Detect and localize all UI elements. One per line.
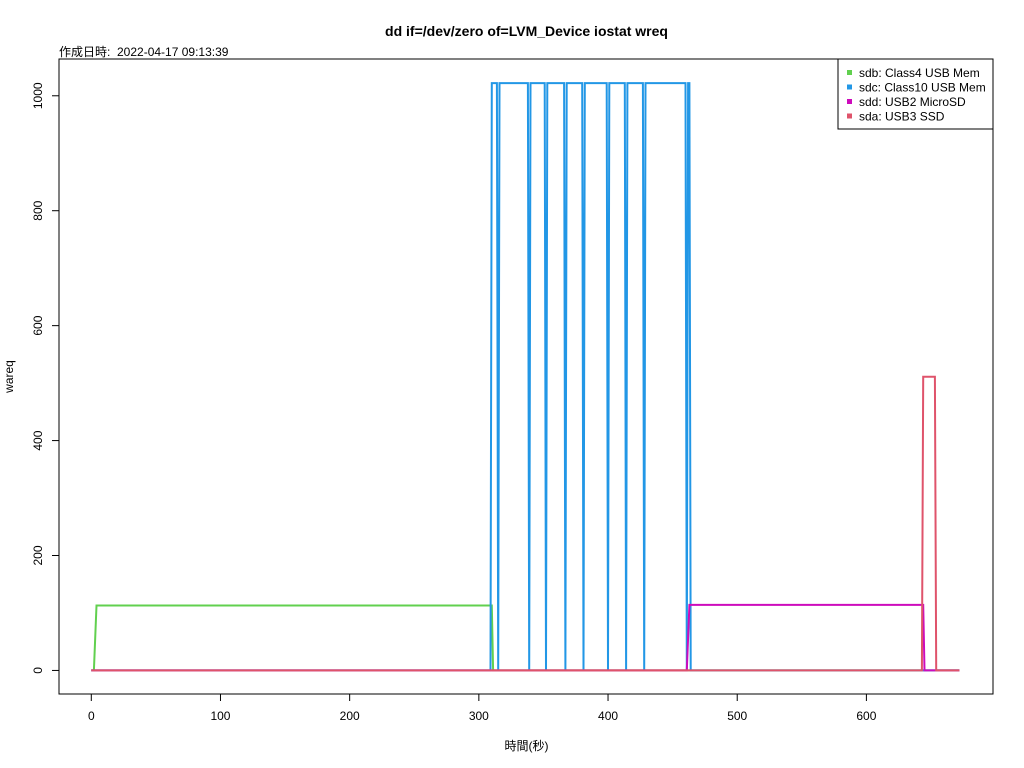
x-tick-label: 400 — [598, 709, 618, 723]
x-tick-label: 200 — [340, 709, 360, 723]
x-tick-label: 300 — [469, 709, 489, 723]
legend-label: sdd: USB2 MicroSD — [859, 95, 966, 109]
chart-subtitle: 作成日時: 2022-04-17 09:13:39 — [59, 45, 229, 59]
y-tick-label: 400 — [31, 430, 45, 450]
series-line-3 — [91, 603, 960, 672]
plot-area-border — [58, 58, 994, 695]
y-tick-label: 0 — [31, 667, 45, 674]
y-tick-label: 600 — [31, 315, 45, 335]
iostat-chart: dd if=/dev/zero of=LVM_Device iostat wre… — [2, 23, 994, 753]
x-tick-label: 100 — [210, 709, 230, 723]
legend-label: sda: USB3 SSD — [859, 110, 945, 124]
legend-label: sdc: Class10 USB Mem — [859, 81, 986, 95]
legend-swatch — [847, 84, 852, 90]
chart-title: dd if=/dev/zero of=LVM_Device iostat wre… — [385, 23, 668, 39]
legend: sdb: Class4 USB Memsdc: Class10 USB Mems… — [837, 58, 994, 130]
series-line-4 — [91, 375, 960, 672]
y-tick-label: 1000 — [31, 82, 45, 109]
legend-swatch — [847, 70, 852, 75]
x-tick-label: 600 — [856, 709, 876, 723]
x-tick-label: 500 — [727, 709, 747, 723]
x-axis: 0 100 200 300 400 500 600 — [88, 693, 877, 723]
y-tick-label: 800 — [31, 200, 45, 220]
y-tick-label: 200 — [31, 545, 45, 565]
series-lines — [91, 82, 960, 672]
series-line-1 — [91, 604, 960, 672]
x-axis-label: 時間(秒) — [505, 739, 549, 753]
legend-swatch — [847, 99, 852, 104]
legend-label: sdb: Class4 USB Mem — [859, 66, 980, 80]
series-line-2 — [91, 82, 960, 672]
y-axis-label: wareq — [2, 360, 16, 394]
legend-swatch — [847, 113, 852, 119]
y-axis: 0 200 400 600 800 1000 — [31, 82, 60, 674]
x-tick-label: 0 — [88, 709, 95, 723]
